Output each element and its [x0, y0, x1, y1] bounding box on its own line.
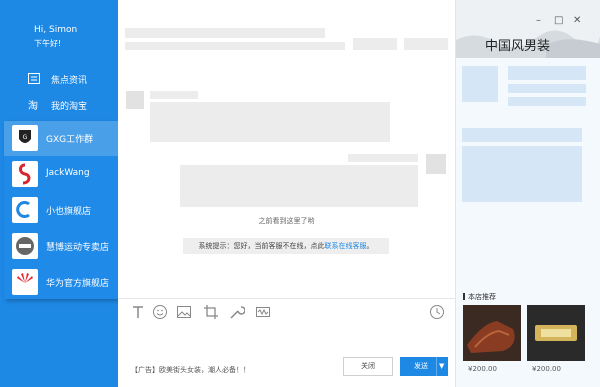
- contact-item-huawei[interactable]: 华为官方旗舰店: [4, 265, 130, 300]
- message-bubble-placeholder: [150, 102, 390, 142]
- product-thumbnail[interactable]: [463, 305, 521, 361]
- send-divider: [436, 357, 437, 376]
- brand-title: 中国风男装: [485, 39, 551, 54]
- contact-item-gxg[interactable]: G GXG工作群: [4, 121, 130, 156]
- nav-item-news[interactable]: 焦点资讯: [0, 68, 118, 90]
- emoji-icon[interactable]: [152, 304, 168, 320]
- message-header-placeholder: [150, 91, 198, 99]
- message-avatar-placeholder: [426, 154, 446, 174]
- close-window-button[interactable]: ✕: [573, 15, 581, 26]
- message-header-placeholder: [348, 154, 418, 162]
- header-placeholder: [125, 42, 345, 50]
- news-icon: [28, 73, 40, 84]
- huibo-logo-icon: [12, 233, 38, 259]
- send-button-label: 发送: [414, 362, 428, 370]
- header-button-placeholder: [404, 38, 448, 50]
- message-bubble-placeholder: [180, 165, 418, 207]
- text-format-icon[interactable]: [130, 304, 146, 320]
- shop-info-placeholder: [462, 146, 582, 202]
- history-clock-icon[interactable]: [429, 304, 445, 320]
- taobao-icon: 淘: [28, 99, 38, 110]
- product-price: ¥200.00: [468, 365, 497, 373]
- product-thumbnail[interactable]: [527, 305, 585, 361]
- minimize-button[interactable]: –: [536, 15, 541, 26]
- contact-name: JackWang: [46, 168, 90, 178]
- input-toolbar: [118, 298, 455, 327]
- contact-item-citycottage[interactable]: 小也旗舰店: [4, 193, 130, 228]
- contact-item-huibo[interactable]: 慧博运动专卖店: [4, 229, 130, 264]
- header-placeholder: [125, 28, 325, 38]
- ad-text[interactable]: 【广告】欧美街头女装，潮人必备！！: [131, 365, 250, 375]
- crop-icon[interactable]: [203, 304, 219, 320]
- nav-item-taobao[interactable]: 淘 我的淘宝: [0, 94, 118, 116]
- system-notice-suffix: 。: [366, 242, 374, 250]
- contact-item-jackwang[interactable]: JackWang: [4, 157, 130, 192]
- message-avatar-placeholder: [126, 91, 144, 109]
- shop-info-placeholder: [508, 84, 586, 93]
- recommend-marker: [463, 293, 465, 300]
- svg-text:G: G: [23, 134, 28, 141]
- system-notice-text: 系统提示：您好，当前客服不在线，点此: [198, 242, 325, 250]
- history-separator: 之前看到这里了哟: [258, 217, 315, 225]
- gxg-logo-icon: G: [12, 125, 38, 151]
- maximize-button[interactable]: □: [554, 15, 563, 26]
- close-button[interactable]: 关闭: [343, 357, 393, 376]
- svg-text:淘: 淘: [28, 99, 38, 110]
- shop-info-placeholder: [462, 128, 582, 142]
- contact-name: 华为官方旗舰店: [46, 279, 110, 289]
- send-options-chevron-icon[interactable]: ▼: [439, 357, 444, 376]
- huawei-logo-icon: [12, 269, 38, 295]
- contact-list-popup: G GXG工作群 JackWang 小也旗舰店 慧博运动专卖店 华为官方旗舰店: [4, 121, 130, 299]
- shop-info-placeholder: [508, 97, 586, 106]
- contact-service-link[interactable]: 联系在线客服: [325, 242, 367, 250]
- contact-name: GXG工作群: [46, 135, 94, 145]
- image-icon[interactable]: [176, 304, 192, 320]
- contact-name: 慧博运动专卖店: [46, 243, 110, 253]
- product-price: ¥200.00: [532, 365, 561, 373]
- header-button-placeholder: [353, 38, 397, 50]
- tools-icon[interactable]: [229, 304, 245, 320]
- system-notice: 系统提示：您好，当前客服不在线，点此联系在线客服。: [183, 238, 389, 254]
- citycottage-logo-icon: [12, 197, 38, 223]
- contact-name: 小也旗舰店: [46, 207, 92, 217]
- nav-item-news-label: 焦点资讯: [51, 76, 88, 86]
- greeting-subtitle: 下午好!: [34, 39, 62, 48]
- nav-item-taobao-label: 我的淘宝: [51, 102, 88, 112]
- greeting-name: Hi, Simon: [34, 25, 78, 35]
- recommend-title: 本店推荐: [468, 293, 496, 301]
- audio-icon[interactable]: [255, 304, 271, 320]
- shop-logo-placeholder: [462, 66, 498, 102]
- shop-info-placeholder: [508, 66, 586, 80]
- jackwang-logo-icon: [12, 161, 38, 187]
- send-button[interactable]: 发送 ▼: [400, 357, 448, 376]
